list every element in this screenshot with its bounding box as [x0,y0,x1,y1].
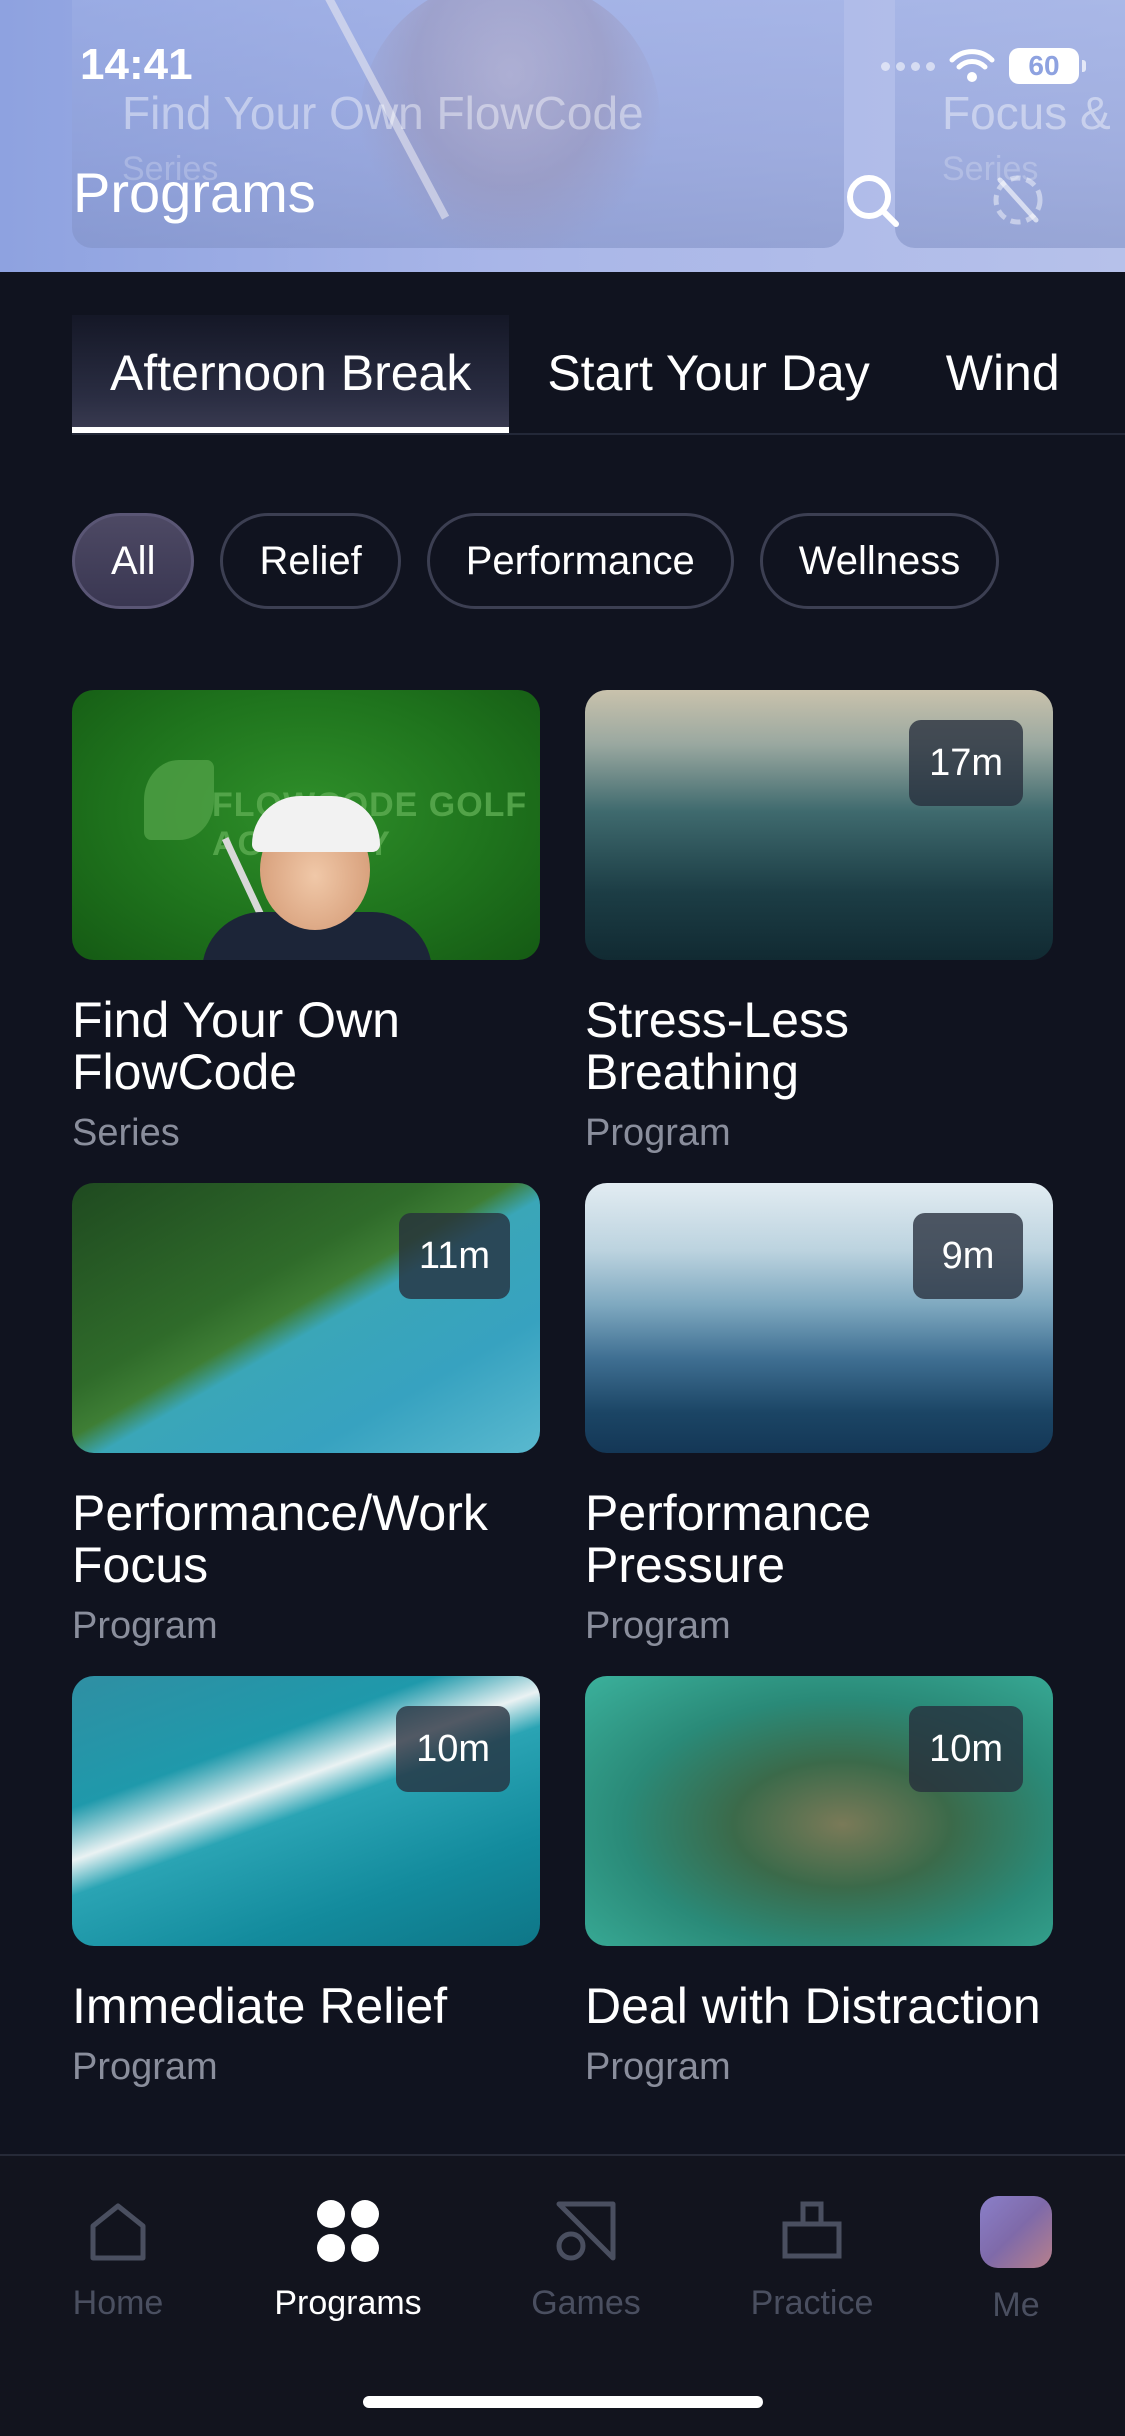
wifi-icon [949,49,995,82]
nav-home[interactable]: Home [18,2196,218,2323]
program-title: Performance Pressure [585,1485,872,1593]
program-thumbnail: 17m [585,690,1053,960]
program-thumbnail: 11m [72,1183,540,1453]
program-card[interactable]: 10m Deal with Distraction Program [585,1676,1053,2089]
filter-relief[interactable]: Relief [220,513,401,609]
featured-card-title-2: Focus & [942,87,1111,139]
category-tabs: Afternoon Break Start Your Day Wind [72,315,1125,435]
header: Find Your Own FlowCode Series Focus & Se… [0,0,1125,272]
program-thumbnail: FLOWCODE GOLF ACADEMY [72,690,540,960]
games-icon [556,2201,616,2261]
tab-wind[interactable]: Wind [908,315,1098,433]
duration-badge: 11m [398,1213,510,1299]
featured-card-title: Find Your Own FlowCode [122,87,644,139]
duration-badge: 10m [396,1706,510,1792]
academy-logo-icon [144,760,214,840]
tab-start-your-day[interactable]: Start Your Day [509,315,907,433]
program-title: Stress-Less Breathing [585,992,849,1100]
nav-label: Practice [750,2284,874,2322]
program-type: Program [585,1605,731,1647]
program-card[interactable]: 9m Performance Pressure Program [585,1183,1053,1648]
avatar [980,2196,1052,2268]
bottom-navigation: Home Programs Games Practice Me [0,2154,1125,2436]
battery-indicator: 60 [1009,48,1086,84]
duration-badge: 17m [909,720,1023,806]
status-indicators: 60 [881,48,1086,84]
program-title: Immediate Relief [72,1978,448,2034]
nav-programs[interactable]: Programs [248,2196,448,2323]
programs-grid-icon [317,2200,379,2262]
program-thumbnail: 10m [72,1676,540,1946]
filter-performance[interactable]: Performance [426,513,734,609]
home-icon [90,2203,146,2261]
do-not-disturb-icon[interactable] [988,170,1048,230]
duration-badge: 10m [909,1706,1023,1792]
program-type: Series [72,1112,180,1154]
program-card[interactable]: FLOWCODE GOLF ACADEMY Find Your Own Flow… [72,690,540,1155]
program-type: Program [72,1605,218,1647]
nav-label: Games [531,2284,641,2322]
program-card[interactable]: 11m Performance/Work Focus Program [72,1183,540,1648]
program-title: Find Your Own FlowCode [72,992,400,1100]
home-indicator [363,2396,763,2408]
program-thumbnail: 10m [585,1676,1053,1946]
cellular-signal-icon [881,61,935,71]
program-type: Program [72,2046,218,2088]
program-card[interactable]: 17m Stress-Less Breathing Program [585,690,1053,1155]
filter-chips: All Relief Performance Wellness [72,513,1000,609]
program-card[interactable]: 10m Immediate Relief Program [72,1676,540,2089]
search-icon[interactable] [842,170,902,230]
program-type: Program [585,1112,731,1154]
nav-practice[interactable]: Practice [712,2196,912,2323]
nav-label: Home [72,2284,164,2322]
filter-all[interactable]: All [72,513,195,609]
tab-afternoon-break[interactable]: Afternoon Break [72,315,510,433]
program-type: Program [585,2046,731,2088]
status-time: 14:41 [80,40,193,89]
program-title: Deal with Distraction [585,1978,1041,2034]
nav-label: Me [992,2286,1040,2324]
practice-icon [782,2201,842,2259]
filter-wellness[interactable]: Wellness [759,513,1000,609]
nav-label: Programs [274,2284,422,2322]
duration-badge: 9m [913,1213,1023,1299]
nav-me[interactable]: Me [916,2196,1116,2325]
program-thumbnail: 9m [585,1183,1053,1453]
program-title: Performance/Work Focus [72,1485,488,1593]
page-title: Programs [73,161,316,224]
nav-games[interactable]: Games [486,2196,686,2323]
